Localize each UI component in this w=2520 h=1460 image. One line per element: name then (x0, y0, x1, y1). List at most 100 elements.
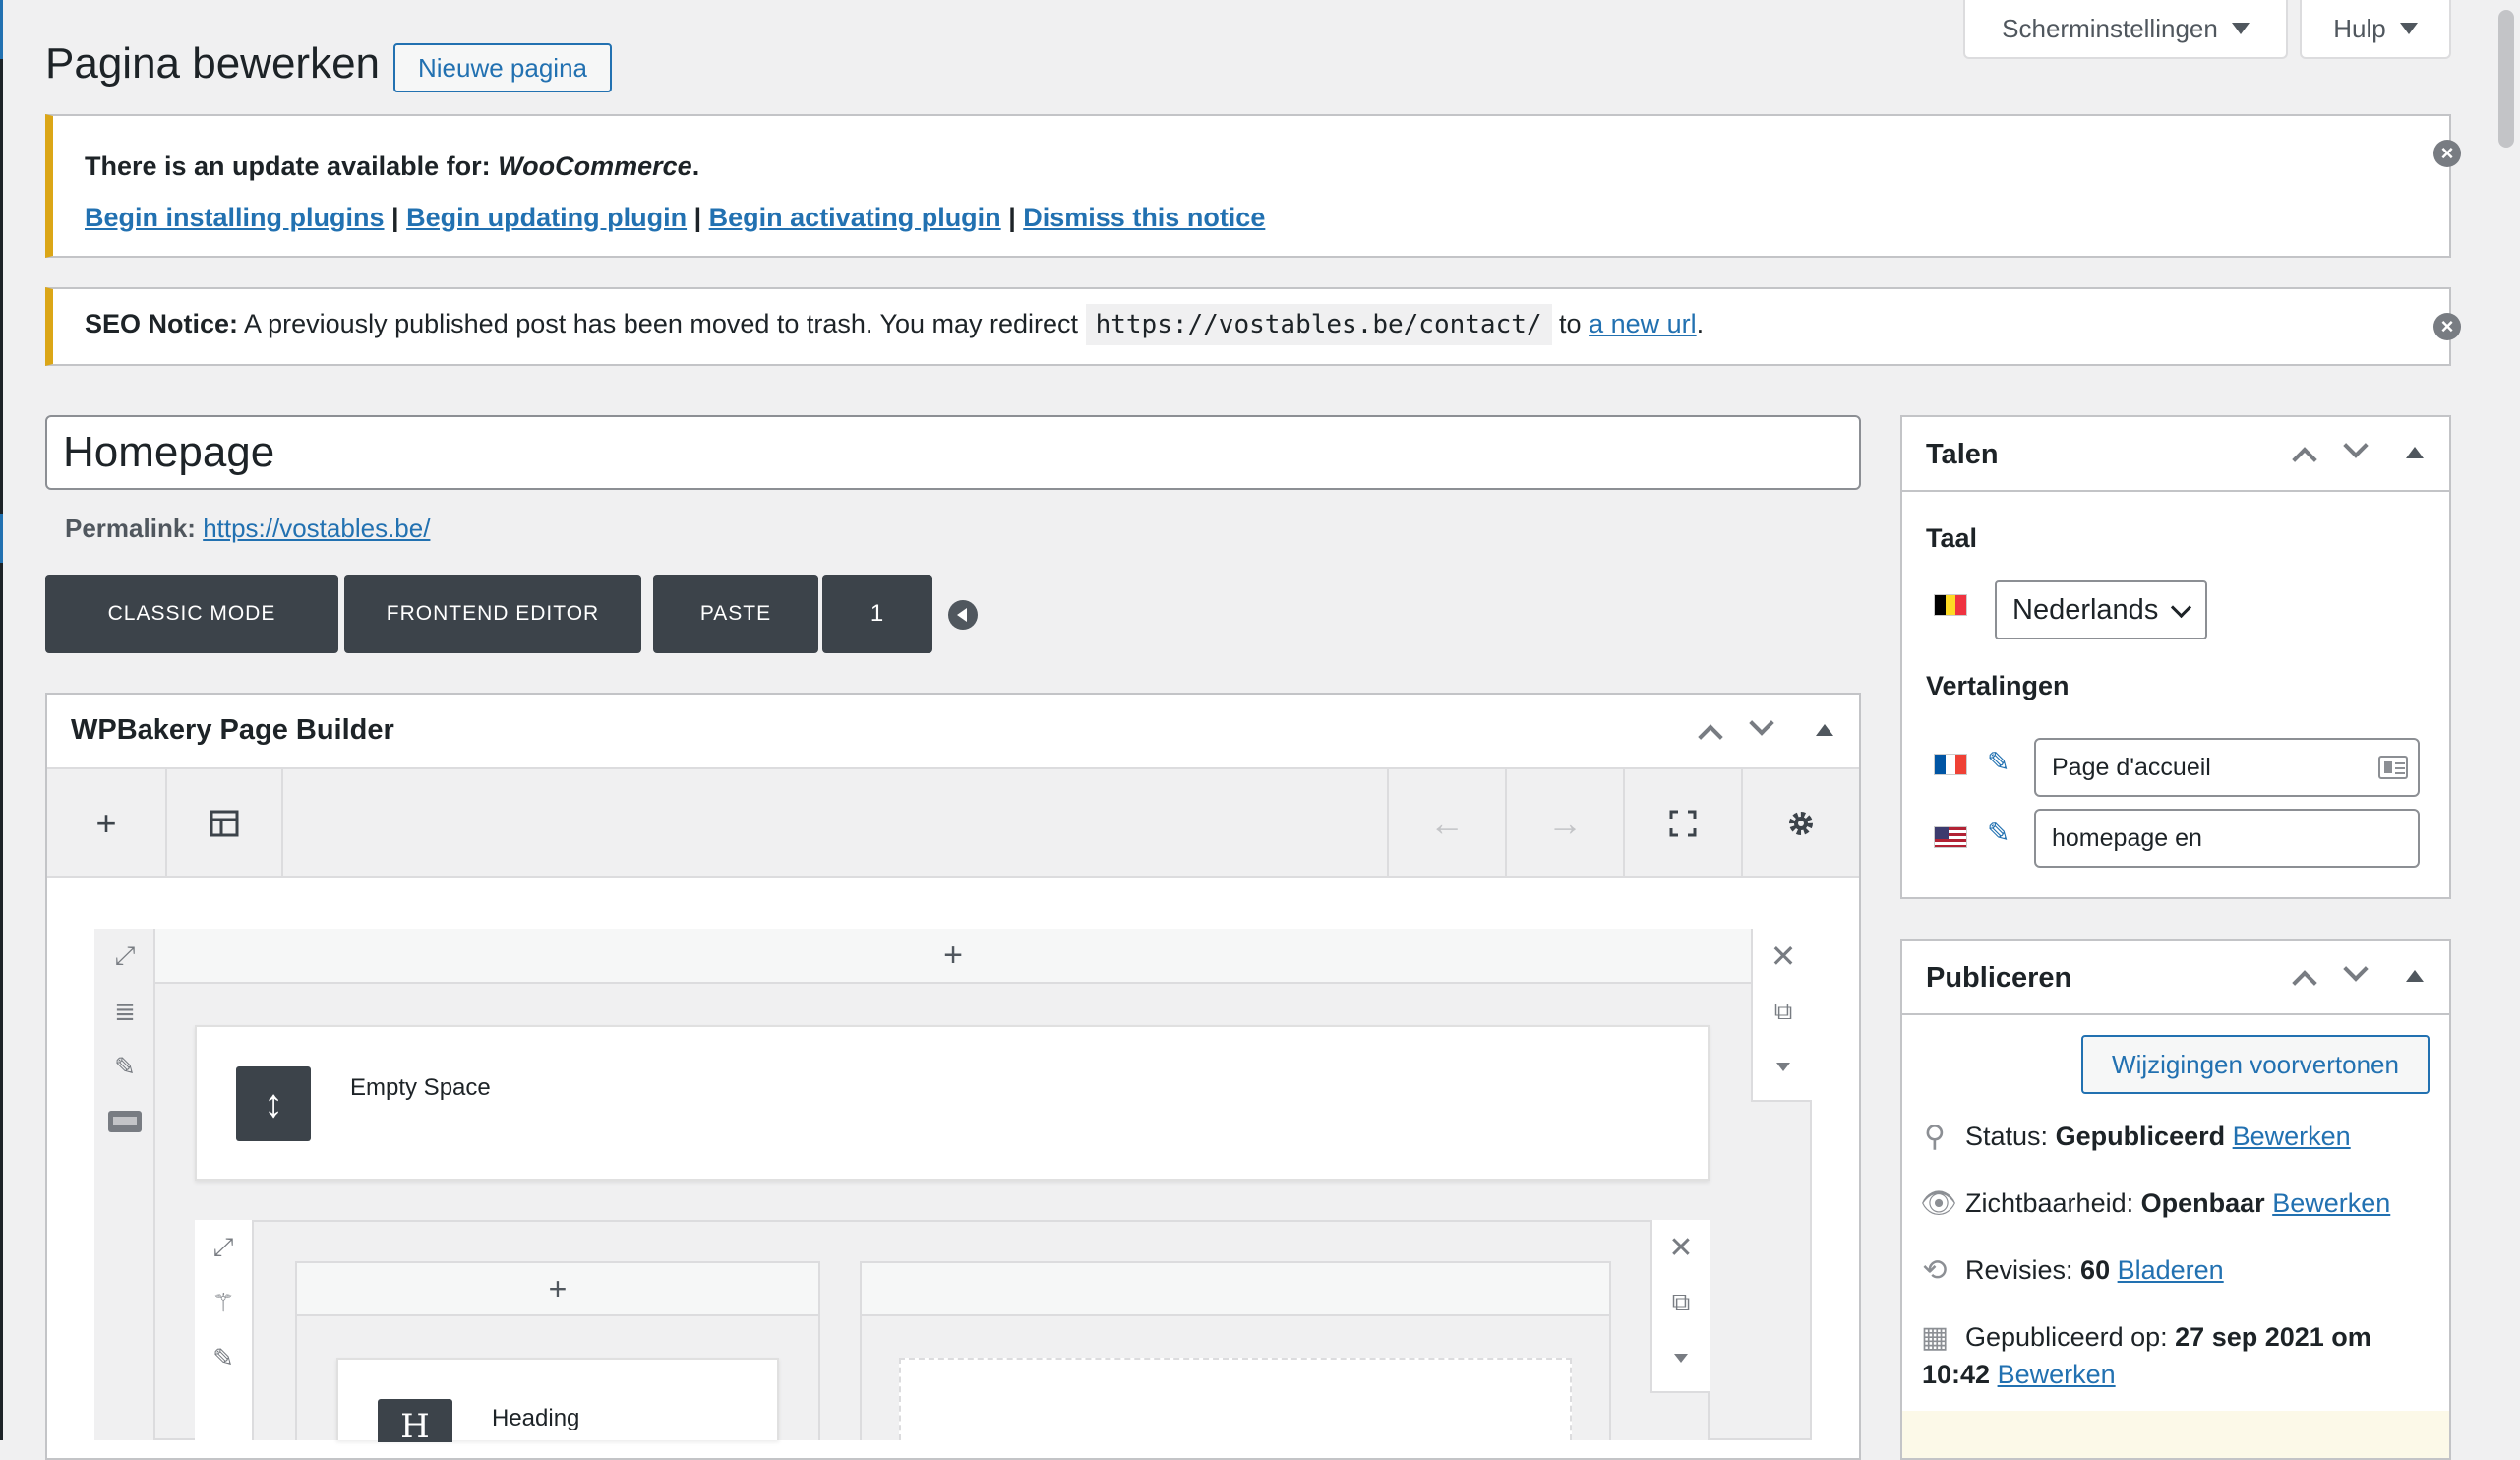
fullscreen-icon[interactable] (1625, 769, 1741, 878)
edit-inner-row-icon[interactable]: ✎ (195, 1330, 252, 1385)
screen-options-label: Scherminstellingen (2002, 13, 2218, 43)
belgium-flag-icon (1934, 594, 1967, 616)
scrollbar-track[interactable] (2492, 0, 2520, 1440)
edit-status-link[interactable]: Bewerken (2233, 1122, 2351, 1151)
row-layout-icon[interactable]: ≣ (94, 984, 155, 1039)
begin-activating-link[interactable]: Begin activating plugin (709, 203, 1001, 232)
calendar-icon: ▦ (1920, 1321, 1950, 1354)
collapse-arrow-icon[interactable] (948, 600, 978, 630)
languages-box: Talen Taal Nederlands Vertalingen ✎ Page… (1900, 415, 2451, 899)
begin-updating-link[interactable]: Begin updating plugin (406, 203, 687, 232)
us-flag-icon (1934, 826, 1967, 848)
translations-label: Vertalingen (1926, 671, 2070, 700)
dismiss-icon[interactable]: × (2433, 140, 2461, 167)
delete-row-icon[interactable]: ✕ (1753, 929, 1814, 984)
contact-card-icon (2378, 756, 2408, 779)
layout-icon[interactable] (167, 769, 281, 878)
drag-row-icon[interactable]: ⤢ (94, 929, 155, 984)
move-down-icon[interactable] (2343, 433, 2369, 458)
translation-fr-value: Page d'accueil (2052, 753, 2211, 781)
count-button[interactable]: 1 (822, 575, 932, 653)
move-down-icon[interactable] (2343, 956, 2369, 982)
edit-published-link[interactable]: Bewerken (1998, 1360, 2116, 1389)
france-flag-icon (1934, 754, 1967, 775)
status-value: Gepubliceerd (2055, 1122, 2226, 1151)
clone-row-icon[interactable]: ⧉ (1753, 984, 1814, 1039)
heading-element[interactable]: H Heading (336, 1358, 779, 1446)
redo-icon[interactable]: → (1507, 769, 1623, 878)
edit-visibility-link[interactable]: Bewerken (2272, 1188, 2390, 1218)
language-select[interactable]: Nederlands (1995, 580, 2207, 639)
edit-translation-pencil-icon[interactable]: ✎ (1987, 817, 2010, 849)
language-label: Taal (1926, 523, 1978, 553)
chevron-down-icon (2171, 596, 2192, 618)
scrollbar-thumb[interactable] (2498, 10, 2514, 148)
publish-notice-strip (1902, 1411, 2449, 1458)
revisions-value: 60 (2080, 1255, 2111, 1285)
heading-label: Heading (492, 1405, 580, 1431)
help-label: Hulp (2333, 13, 2386, 43)
published-line: ▦ Gepubliceerd op: 27 sep 2021 om (1920, 1320, 2371, 1355)
move-up-icon[interactable] (2292, 970, 2317, 996)
status-line: ⚲ Status: Gepubliceerd Bewerken (1920, 1120, 2351, 1154)
move-up-icon[interactable] (2292, 447, 2317, 472)
clone-inner-row-icon[interactable]: ⧉ (1652, 1275, 1710, 1330)
permalink-label: Permalink: (65, 514, 196, 543)
edit-translation-pencil-icon[interactable]: ✎ (1987, 746, 2010, 778)
admin-sidebar-highlight (0, 514, 3, 563)
drag-inner-row-icon[interactable]: ⤢ (195, 1220, 252, 1275)
update-notice: There is an update available for: WooCom… (45, 114, 2461, 258)
empty-space-element[interactable]: ↕ Empty Space (195, 1025, 1710, 1181)
dismiss-notice-link[interactable]: Dismiss this notice (1023, 203, 1265, 232)
post-title-input[interactable]: Homepage (45, 415, 1861, 490)
history-icon: ⟲ (1922, 1254, 1948, 1287)
published-line-2: 10:42 Bewerken (1922, 1360, 2116, 1390)
collapse-inner-row-icon[interactable] (1652, 1330, 1710, 1385)
visibility-line: 👁 Zichtbaarheid: Openbaar Bewerken (1920, 1186, 2390, 1221)
eye-icon: 👁 (1920, 1187, 1958, 1220)
paste-button[interactable]: PASTE (653, 575, 818, 653)
edit-row-icon[interactable]: ✎ (94, 1039, 155, 1094)
separator: | (391, 203, 399, 232)
gear-icon[interactable] (1743, 769, 1859, 878)
collapse-row-icon[interactable] (1753, 1039, 1814, 1094)
new-page-button[interactable]: Nieuwe pagina (393, 43, 612, 92)
delete-inner-row-icon[interactable]: ✕ (1652, 1220, 1710, 1275)
publish-title: Publiceren (1926, 962, 2072, 994)
screen-options-tab[interactable]: Scherminstellingen (1963, 0, 2288, 59)
translation-fr-input[interactable]: Page d'accueil (2034, 738, 2420, 797)
update-suffix: . (691, 152, 700, 181)
browse-revisions-link[interactable]: Bladeren (2118, 1255, 2224, 1285)
vertical-arrows-icon: ↕ (236, 1066, 311, 1141)
translation-en-input[interactable]: homepage en (2034, 809, 2420, 868)
magic-wand-icon[interactable]: ⚚ (195, 1275, 252, 1330)
page-title: Pagina bewerken (45, 39, 381, 88)
column-2-header (862, 1263, 1609, 1316)
add-column-plus-icon[interactable]: + (155, 929, 1751, 984)
row-background-icon[interactable] (94, 1094, 155, 1149)
toolbar-divider (281, 769, 283, 878)
seo-new-url-link[interactable]: a new url (1589, 309, 1697, 338)
seo-notice-text: SEO Notice: A previously published post … (85, 304, 1704, 345)
add-element-plus-icon[interactable]: + (297, 1263, 818, 1316)
frontend-editor-button[interactable]: FRONTEND EDITOR (344, 575, 641, 653)
admin-sidebar-edge (0, 0, 3, 1440)
toggle-panel-icon[interactable] (2406, 970, 2424, 982)
permalink-link[interactable]: https://vostables.be/ (203, 514, 430, 543)
help-tab[interactable]: Hulp (2300, 0, 2451, 59)
separator: | (693, 203, 702, 232)
caret-down-icon (2399, 23, 2418, 34)
publish-header: Publiceren (1902, 941, 2449, 1015)
preview-changes-button[interactable]: Wijzigingen voorvertonen (2081, 1035, 2430, 1094)
undo-icon[interactable]: ← (1389, 769, 1505, 878)
visibility-label: Zichtbaarheid: (1965, 1188, 2134, 1218)
wpbakery-title: WPBakery Page Builder (71, 714, 394, 746)
empty-column-dropzone[interactable] (899, 1358, 1572, 1440)
toggle-panel-icon[interactable] (2406, 447, 2424, 458)
dismiss-icon[interactable]: × (2433, 313, 2461, 340)
published-time: 10:42 (1922, 1360, 1991, 1389)
begin-installing-link[interactable]: Begin installing plugins (85, 203, 385, 232)
classic-mode-button[interactable]: CLASSIC MODE (45, 575, 338, 653)
plus-icon[interactable]: + (47, 769, 165, 878)
toggle-panel-icon[interactable] (1816, 724, 1833, 736)
